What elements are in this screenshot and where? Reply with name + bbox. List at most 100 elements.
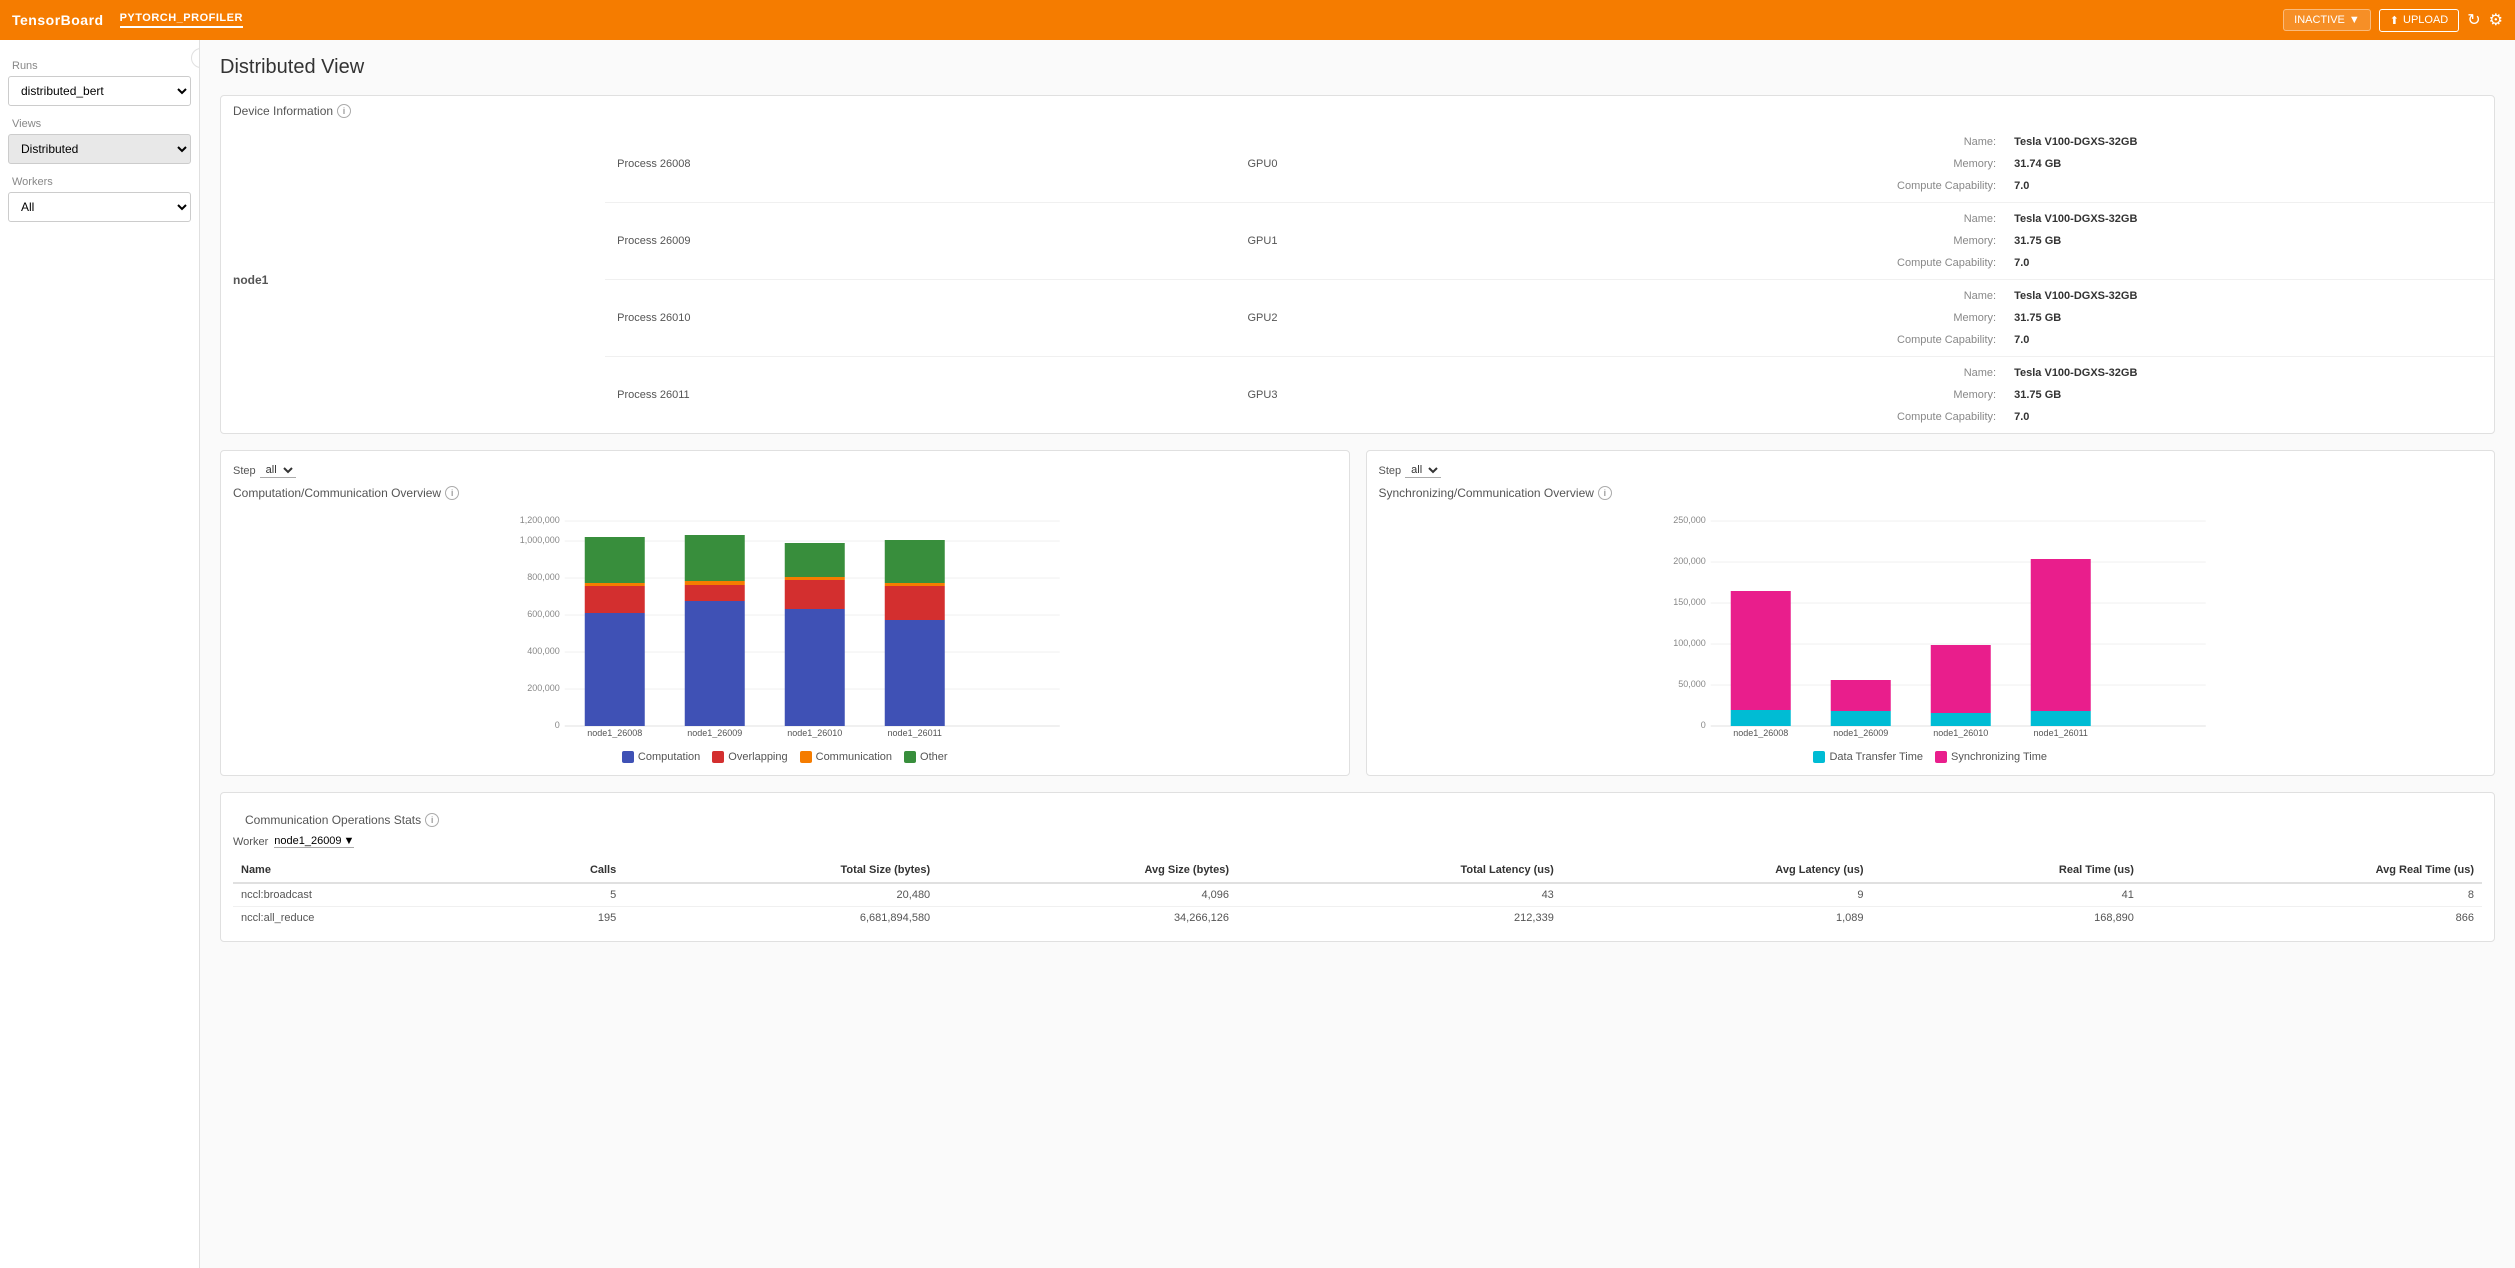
refresh-icon[interactable]: ↻: [2467, 10, 2480, 30]
op-name: nccl:all_reduce: [233, 907, 499, 930]
device-info-title: Device Information: [233, 104, 333, 118]
op-calls: 195: [499, 907, 625, 930]
worker-label: Worker node1_26009 ▼: [233, 835, 2482, 848]
worker-select-button[interactable]: node1_26009 ▼: [274, 835, 354, 848]
op-avg-latency: 9: [1562, 883, 1872, 907]
device-info-card: Device Information i node1 Process 26008…: [220, 95, 2495, 434]
worker-chevron-icon: ▼: [344, 835, 355, 847]
op-avg-real-time: 8: [2142, 883, 2482, 907]
device-info-header: Device Information i: [221, 96, 2494, 126]
comp-comm-info-icon[interactable]: i: [445, 486, 459, 500]
legend-data-transfer: Data Transfer Time: [1813, 751, 1923, 763]
app-logo: TensorBoard: [12, 12, 104, 28]
gpu-cell: GPU3: [1235, 357, 1584, 434]
upload-icon: ⬆: [2390, 14, 2399, 27]
process-cell: Process 26011: [605, 357, 1235, 434]
inactive-button[interactable]: INACTIVE ▼: [2283, 9, 2371, 31]
workers-label: Workers: [12, 176, 191, 188]
op-calls: 5: [499, 883, 625, 907]
col-real-time: Real Time (us): [1872, 858, 2142, 883]
svg-text:250,000: 250,000: [1673, 515, 1706, 525]
legend-other: Other: [904, 751, 948, 763]
comp-comm-chart-card: Step all Computation/Communication Overv…: [220, 450, 1350, 776]
gpu-cell: GPU0: [1235, 126, 1584, 203]
comp-step-label: Step all: [233, 463, 1337, 478]
page-title: Distributed View: [220, 56, 2495, 79]
svg-text:800,000: 800,000: [527, 572, 560, 582]
svg-text:node1_26011: node1_26011: [2033, 728, 2087, 738]
chevron-down-icon: ▼: [2349, 14, 2360, 26]
svg-text:200,000: 200,000: [527, 683, 560, 693]
svg-text:node1_26010: node1_26010: [1933, 728, 1988, 738]
col-total-latency: Total Latency (us): [1237, 858, 1562, 883]
process-cell: Process 26008: [605, 126, 1235, 203]
header-right: INACTIVE ▼ ⬆ UPLOAD ↻ ⚙: [2283, 9, 2503, 32]
sync-comm-info-icon[interactable]: i: [1598, 486, 1612, 500]
op-real-time: 41: [1872, 883, 2142, 907]
comp-comm-chart: 0 200,000 400,000 600,000 800,000 1,000,…: [233, 508, 1337, 741]
svg-text:200,000: 200,000: [1673, 556, 1706, 566]
sync-step-select[interactable]: all: [1405, 463, 1441, 478]
comp-comm-title: Computation/Communication Overview i: [233, 486, 1337, 500]
svg-text:0: 0: [555, 720, 560, 730]
op-real-time: 168,890: [1872, 907, 2142, 930]
op-avg-size: 4,096: [938, 883, 1237, 907]
app-header: TensorBoard PYTORCH_PROFILER INACTIVE ▼ …: [0, 0, 2515, 40]
sync-comm-title: Synchronizing/Communication Overview i: [1379, 486, 2483, 500]
op-avg-real-time: 866: [2142, 907, 2482, 930]
gpu-cell: GPU1: [1235, 203, 1584, 280]
profiler-tab[interactable]: PYTORCH_PROFILER: [120, 12, 243, 28]
header-left: TensorBoard PYTORCH_PROFILER: [12, 12, 243, 28]
svg-text:600,000: 600,000: [527, 609, 560, 619]
runs-select[interactable]: distributed_bert: [8, 76, 191, 106]
synchronizing-color: [1935, 751, 1947, 763]
sync-comm-chart: 0 50,000 100,000 150,000 200,000 250,000: [1379, 508, 2483, 741]
op-avg-latency: 1,089: [1562, 907, 1872, 930]
ops-stats-info-icon[interactable]: i: [425, 813, 439, 827]
svg-text:0: 0: [1700, 720, 1705, 730]
settings-icon[interactable]: ⚙: [2489, 10, 2503, 30]
upload-button[interactable]: ⬆ UPLOAD: [2379, 9, 2459, 32]
legend-computation: Computation: [622, 751, 700, 763]
process-cell: Process 26010: [605, 280, 1235, 357]
views-select[interactable]: Distributed: [8, 134, 191, 164]
ops-table: Name Calls Total Size (bytes) Avg Size (…: [233, 858, 2482, 929]
process-cell: Process 26009: [605, 203, 1235, 280]
other-color: [904, 751, 916, 763]
col-avg-real-time: Avg Real Time (us): [2142, 858, 2482, 883]
main-content: Distributed View Device Information i no…: [200, 40, 2515, 1268]
ops-stats-card: Communication Operations Stats i Worker …: [220, 792, 2495, 942]
communication-color: [800, 751, 812, 763]
svg-text:50,000: 50,000: [1678, 679, 1706, 689]
col-avg-size: Avg Size (bytes): [938, 858, 1237, 883]
col-name: Name: [233, 858, 499, 883]
col-total-size: Total Size (bytes): [624, 858, 938, 883]
views-label: Views: [12, 118, 191, 130]
overlapping-color: [712, 751, 724, 763]
op-avg-size: 34,266,126: [938, 907, 1237, 930]
ops-stats-header: Communication Operations Stats i: [233, 805, 2482, 835]
charts-row: Step all Computation/Communication Overv…: [220, 450, 2495, 776]
comp-step-select[interactable]: all: [260, 463, 296, 478]
op-total-size: 20,480: [624, 883, 938, 907]
ops-table-header-row: Name Calls Total Size (bytes) Avg Size (…: [233, 858, 2482, 883]
device-table: node1 Process 26008 GPU0 Name:Tesla V100…: [221, 126, 2494, 433]
sync-comm-chart-card: Step all Synchronizing/Communication Ove…: [1366, 450, 2496, 776]
svg-text:100,000: 100,000: [1673, 638, 1706, 648]
svg-text:1,000,000: 1,000,000: [520, 535, 560, 545]
svg-text:150,000: 150,000: [1673, 597, 1706, 607]
node-cell: node1: [221, 126, 605, 433]
workers-select[interactable]: All: [8, 192, 191, 222]
svg-text:node1_26008: node1_26008: [1733, 728, 1788, 738]
svg-text:node1_26011: node1_26011: [888, 728, 942, 738]
col-avg-latency: Avg Latency (us): [1562, 858, 1872, 883]
app-body: ‹ Runs distributed_bert Views Distribute…: [0, 40, 2515, 1268]
ops-table-row: nccl:broadcast 5 20,480 4,096 43 9 41 8: [233, 883, 2482, 907]
op-name: nccl:broadcast: [233, 883, 499, 907]
sidebar: ‹ Runs distributed_bert Views Distribute…: [0, 40, 200, 1268]
sidebar-toggle[interactable]: ‹: [191, 48, 200, 68]
device-table-row: node1 Process 26008 GPU0 Name:Tesla V100…: [221, 126, 2494, 203]
op-total-latency: 43: [1237, 883, 1562, 907]
device-info-icon[interactable]: i: [337, 104, 351, 118]
op-total-size: 6,681,894,580: [624, 907, 938, 930]
